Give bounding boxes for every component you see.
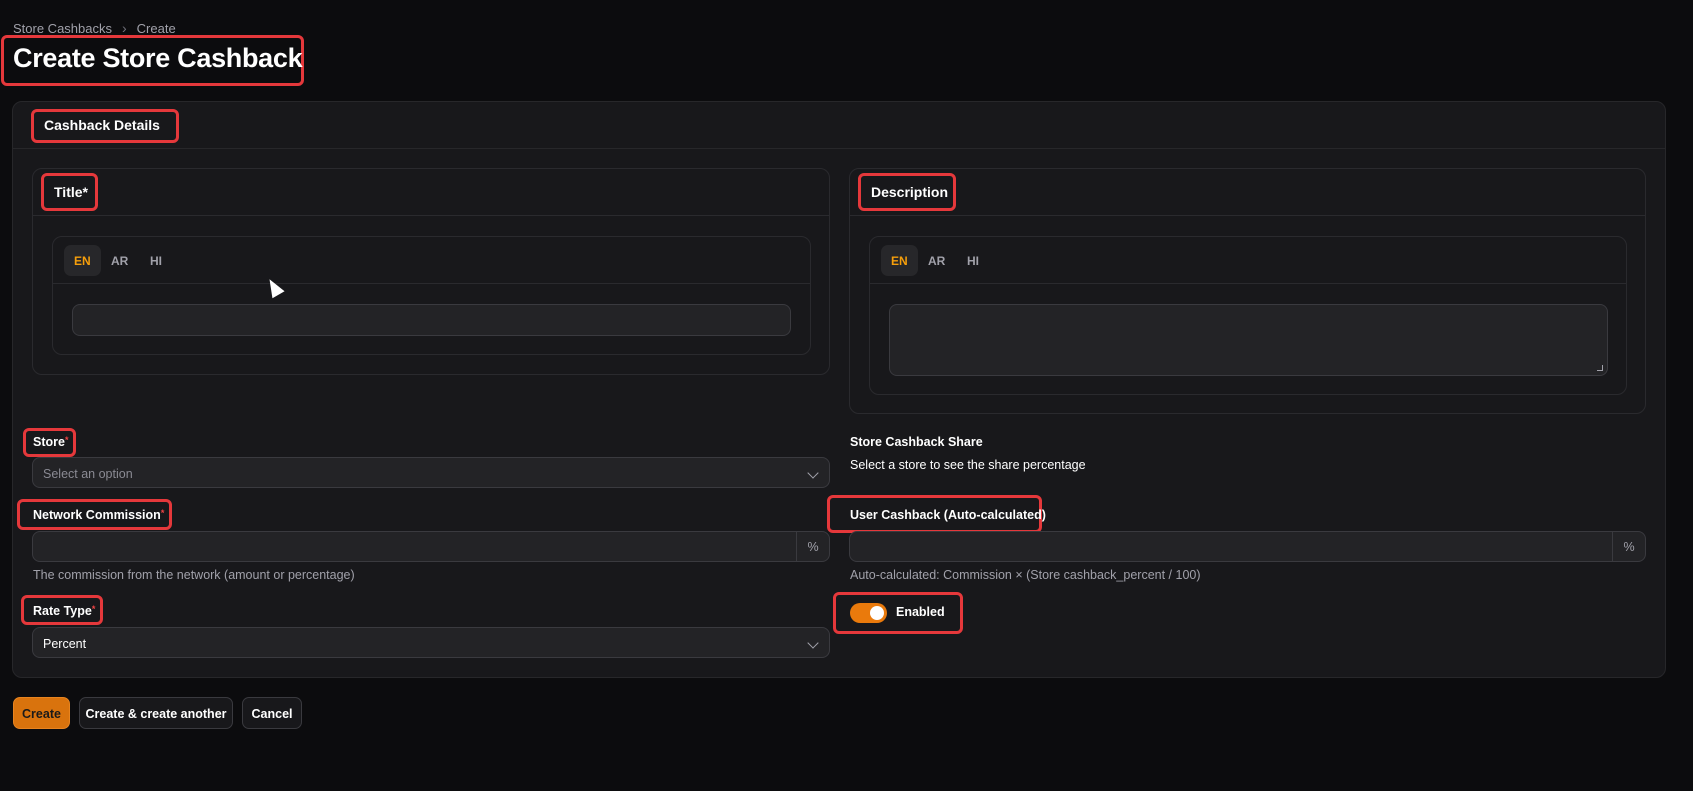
- breadcrumb-current: Create: [136, 20, 176, 36]
- title-input[interactable]: [72, 304, 791, 336]
- store-select[interactable]: Select an option: [32, 457, 830, 488]
- resize-handle-icon[interactable]: [1597, 365, 1603, 371]
- title-fieldset: Title* EN AR HI: [32, 168, 830, 375]
- required-marker: *: [160, 508, 165, 518]
- enabled-toggle-group: Enabled: [833, 592, 963, 634]
- description-fieldset-header: [850, 169, 1645, 216]
- title-tab-hi[interactable]: HI: [140, 245, 172, 276]
- toggle-knob: [870, 606, 884, 620]
- store-cashback-share-label: Store Cashback Share: [850, 435, 983, 449]
- chevron-down-icon: [807, 637, 819, 649]
- user-cashback-help: Auto-calculated: Commission × (Store cas…: [850, 568, 1201, 582]
- title-label: Title*: [41, 173, 98, 211]
- description-fieldset: Description EN AR HI: [849, 168, 1646, 414]
- rate-type-value: Percent: [43, 637, 87, 651]
- network-commission-help: The commission from the network (amount …: [33, 568, 355, 582]
- enabled-label: Enabled: [896, 605, 945, 619]
- percent-suffix: %: [1612, 532, 1645, 561]
- breadcrumb: Store Cashbacks › Create: [13, 20, 176, 36]
- rate-type-label: Rate Type*: [33, 604, 95, 618]
- network-commission-input[interactable]: %: [32, 531, 830, 562]
- description-tab-ar[interactable]: AR: [918, 245, 955, 276]
- description-textarea[interactable]: [889, 304, 1608, 376]
- chevron-down-icon: [807, 467, 819, 479]
- store-label-text: Store: [33, 435, 65, 449]
- section-title: Cashback Details: [31, 109, 179, 143]
- title-tab-en[interactable]: EN: [64, 245, 101, 276]
- store-select-placeholder: Select an option: [43, 467, 133, 481]
- required-marker: *: [91, 604, 96, 614]
- description-tab-en[interactable]: EN: [881, 245, 918, 276]
- section-header: [13, 102, 1665, 149]
- title-tab-ar[interactable]: AR: [101, 245, 138, 276]
- network-commission-label: Network Commission*: [33, 508, 164, 522]
- description-tab-hi[interactable]: HI: [957, 245, 989, 276]
- store-label: Store*: [33, 435, 68, 449]
- percent-suffix: %: [796, 532, 829, 561]
- network-commission-label-text: Network Commission: [33, 508, 161, 522]
- description-translation-tabs: EN AR HI: [869, 236, 1627, 395]
- cancel-button[interactable]: Cancel: [242, 697, 302, 729]
- enabled-toggle[interactable]: [850, 603, 887, 623]
- breadcrumb-parent-link[interactable]: Store Cashbacks: [13, 21, 112, 36]
- user-cashback-input[interactable]: %: [849, 531, 1646, 562]
- page-title: Create Store Cashback: [13, 43, 303, 73]
- create-another-button[interactable]: Create & create another: [79, 697, 233, 729]
- rate-type-label-text: Rate Type: [33, 604, 92, 618]
- user-cashback-label: User Cashback (Auto-calculated): [850, 508, 1046, 522]
- required-marker: *: [64, 435, 69, 445]
- rate-type-select[interactable]: Percent: [32, 627, 830, 658]
- description-label: Description: [858, 173, 956, 211]
- title-translation-tabs: EN AR HI: [52, 236, 811, 355]
- store-cashback-share-hint: Select a store to see the share percenta…: [850, 458, 1086, 472]
- title-fieldset-header: [33, 169, 829, 216]
- chevron-right-icon: ›: [122, 20, 127, 36]
- create-button[interactable]: Create: [13, 697, 70, 729]
